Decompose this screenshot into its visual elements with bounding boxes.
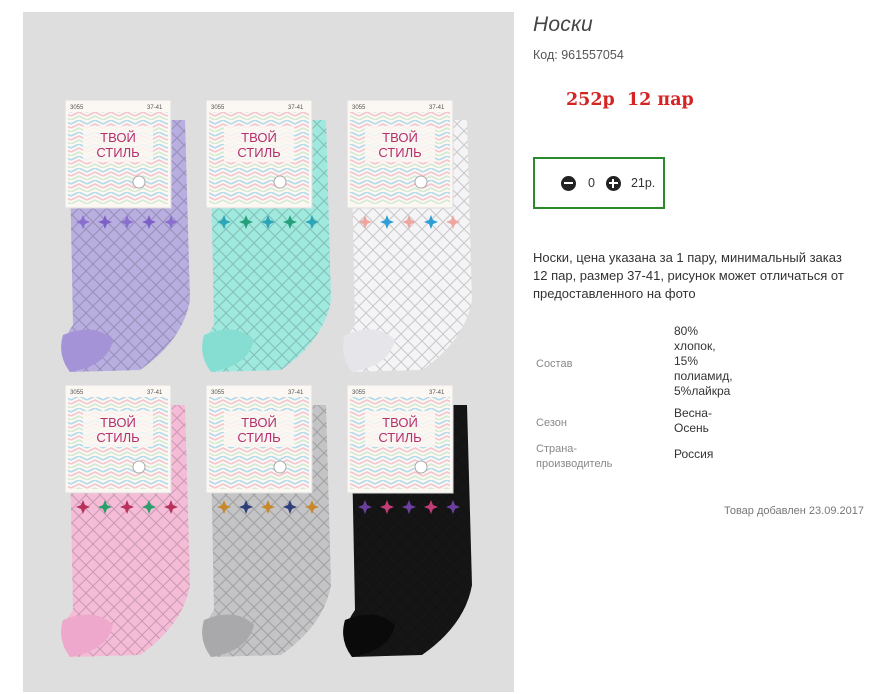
svg-text:37-41: 37-41 [147,105,163,111]
specs-table: Состав 80% хлопок, 15% полиамид, 5%лайкра Се… [533,323,764,472]
spec-row: Состав 80% хлопок, 15% полиамид, 5%лайкра [533,323,764,405]
svg-text:ТВОЙ: ТВОЙ [100,130,136,145]
product-price: 252р 12 пар [566,90,694,110]
sock-pair: ТВОЙСТИЛЬ 3055 37-41 [202,384,331,657]
svg-text:СТИЛЬ: СТИЛЬ [96,145,139,160]
spec-value: Россия [674,447,714,461]
product-description: Носки, цена указана за 1 пару, минимальн… [533,250,844,301]
product-code: Код: 961557054 [533,48,624,62]
svg-text:37-41: 37-41 [147,390,163,396]
svg-text:37-41: 37-41 [288,390,304,396]
svg-text:37-41: 37-41 [429,105,445,111]
spec-value: Весна- Осень [674,406,712,435]
spec-row: Страна-производитель Россия [533,442,764,472]
svg-text:СТИЛЬ: СТИЛЬ [237,145,280,160]
spec-label: Сезон [536,417,567,429]
svg-text:СТИЛЬ: СТИЛЬ [237,430,280,445]
svg-text:ТВОЙ: ТВОЙ [241,130,277,145]
product-title: Носки [533,13,593,36]
svg-text:СТИЛЬ: СТИЛЬ [378,145,421,160]
socks-image: ТВОЙСТИЛЬ3055 37-41ТВОЙСТИЛЬ3055 37-41ТВОЙ… [61,99,472,657]
spec-value: 80% хлопок, 15% полиамид, 5%лайкра [674,324,733,398]
quantity-value[interactable]: 0 [588,176,595,190]
added-date: Товар добавлен 23.09.2017 [723,505,864,517]
svg-text:3055: 3055 [70,105,84,111]
unit-price: 21р. [630,176,656,190]
sock-pair: ТВОЙСТИЛЬ 3055 37-41 [343,99,472,372]
svg-text:ТВОЙ: ТВОЙ [100,415,136,430]
svg-text:3055: 3055 [211,105,225,111]
svg-text:СТИЛЬ: СТИЛЬ [96,430,139,445]
svg-text:3055: 3055 [211,390,225,396]
svg-text:ТВОЙ: ТВОЙ [241,415,277,430]
sock-pair: ТВОЙСТИЛЬ 3055 37-41 [61,384,190,657]
spec-label: Состав [536,357,573,370]
sock-pair: ТВОЙСТИЛЬ 3055 37-41 [343,384,472,657]
spec-label: Страна-производитель [536,443,613,470]
svg-text:3055: 3055 [70,390,84,396]
spec-row: Сезон Весна- Осень [533,405,764,442]
svg-text:37-41: 37-41 [288,105,304,111]
plus-circle-icon[interactable] [605,175,621,191]
svg-text:ТВОЙ: ТВОЙ [382,130,418,145]
svg-text:СТИЛЬ: СТИЛЬ [378,430,421,445]
svg-text:37-41: 37-41 [429,390,445,396]
quantity-control: 0 21р. [533,157,665,209]
sock-pair: ТВОЙСТИЛЬ 3055 37-41 [61,99,190,372]
svg-text:3055: 3055 [352,105,366,111]
minus-circle-icon[interactable] [561,175,576,191]
svg-text:3055: 3055 [352,390,366,396]
product-photo[interactable]: ТВОЙ СТИЛЬ 3055 37-41 ТВОЙ СТИЛЬ 3055 37-41 ТВОЙ… [23,12,514,692]
svg-text:ТВОЙ: ТВОЙ [382,415,418,430]
sock-pair: ТВОЙСТИЛЬ 3055 37-41 [202,99,331,372]
